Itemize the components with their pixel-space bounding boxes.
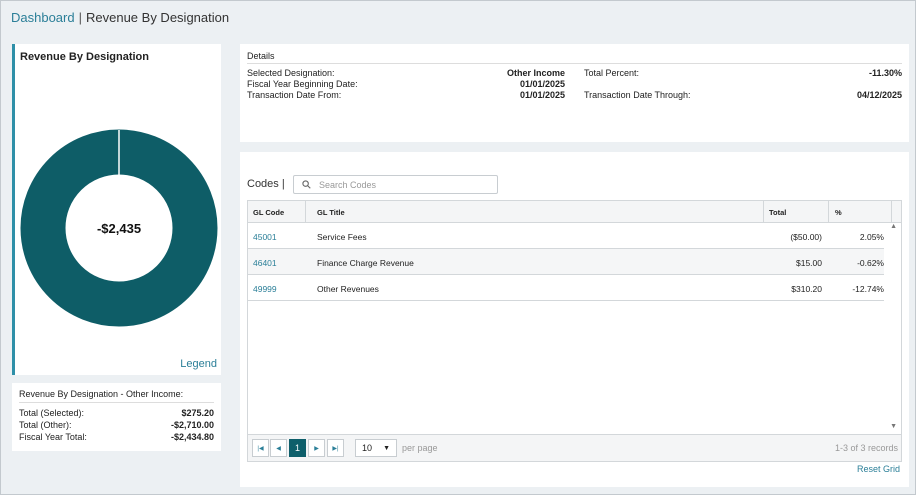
last-page-icon: ▶| (332, 445, 339, 452)
column-header-total[interactable]: Total (769, 208, 786, 217)
percent-cell: 2.05% (859, 232, 884, 242)
percent-cell: -0.62% (857, 258, 884, 268)
column-header-gl-title[interactable]: GL Title (317, 208, 345, 217)
gl-code-link[interactable]: 45001 (253, 232, 277, 242)
percent-cell: -12.74% (852, 284, 884, 294)
app-frame: Dashboard | Revenue By Designation Revenue… (0, 0, 916, 495)
column-divider (891, 201, 892, 223)
revenue-donut-chart: 106.8% -$2,435 (20, 129, 218, 327)
codes-card: Codes | GL Code GL Title Total % 45001 (240, 152, 909, 487)
first-page-button[interactable]: |◀ (252, 439, 269, 457)
summary-row: Total (Selected): $275.20 (19, 407, 214, 419)
total-cell: $310.20 (791, 284, 822, 294)
details-label: Total Percent: (584, 68, 640, 78)
details-value: Other Income (506, 68, 565, 78)
search-icon (302, 180, 311, 189)
details-row: Selected Designation: Other Income Total… (247, 68, 902, 79)
total-cell: $15.00 (796, 258, 822, 268)
details-value: 01/01/2025 (519, 90, 565, 100)
scroll-down-arrow-icon[interactable]: ▼ (890, 423, 897, 430)
per-page-select[interactable]: 10 ▼ (355, 439, 397, 457)
details-label: Fiscal Year Beginning Date: (247, 79, 358, 89)
grid-header: GL Code GL Title Total % (248, 201, 901, 223)
last-page-button[interactable]: ▶| (327, 439, 344, 457)
per-page-label: per page (402, 443, 438, 453)
previous-page-icon: ◀ (276, 445, 281, 452)
codes-label: Codes | (247, 178, 285, 190)
details-card: Details Selected Designation: Other Inco… (240, 44, 909, 142)
breadcrumb-separator: | (78, 10, 82, 25)
first-page-icon: |◀ (257, 445, 264, 452)
codes-grid: GL Code GL Title Total % 45001 Service F… (247, 200, 902, 462)
details-value: 04/12/2025 (856, 90, 902, 100)
summary-value: $275.20 (181, 408, 214, 418)
donut-slice-label: 106.8% (105, 180, 134, 190)
column-divider (763, 201, 764, 223)
search-codes-input[interactable] (319, 179, 489, 190)
chevron-down-icon: ▼ (383, 445, 390, 452)
summary-value: -$2,710.00 (170, 420, 214, 430)
gl-code-link[interactable]: 46401 (253, 258, 277, 268)
legend-link[interactable]: Legend (180, 358, 217, 370)
details-title: Details (247, 51, 902, 64)
page-header: Dashboard | Revenue By Designation (11, 10, 229, 25)
summary-card: Revenue By Designation - Other Income: T… (12, 383, 221, 451)
scroll-up-arrow-icon[interactable]: ▲ (890, 223, 897, 230)
page-button-current[interactable]: 1 (289, 439, 306, 457)
summary-label: Fiscal Year Total: (19, 432, 87, 442)
records-count: 1-3 of 3 records (834, 443, 898, 453)
details-label: Transaction Date Through: (584, 90, 691, 100)
gl-title-cell: Service Fees (317, 232, 367, 242)
details-row: Fiscal Year Beginning Date: 01/01/2025 (247, 79, 902, 90)
table-row[interactable]: 45001 Service Fees ($50.00) 2.05% (248, 223, 884, 249)
table-row[interactable]: 46401 Finance Charge Revenue $15.00 -0.6… (248, 249, 884, 275)
details-row: Transaction Date From: 01/01/2025 Transa… (247, 90, 902, 101)
per-page-value: 10 (362, 443, 373, 453)
gl-code-link[interactable]: 49999 (253, 284, 277, 294)
total-cell: ($50.00) (790, 232, 822, 242)
column-header-percent[interactable]: % (835, 208, 842, 217)
search-codes-box[interactable] (293, 175, 498, 194)
next-page-icon: ▶ (314, 445, 319, 452)
details-label: Selected Designation: (247, 68, 335, 78)
column-divider (828, 201, 829, 223)
table-row[interactable]: 49999 Other Revenues $310.20 -12.74% (248, 275, 884, 301)
chart-title: Revenue By Designation (20, 51, 149, 63)
summary-value: -$2,434.80 (170, 432, 214, 442)
summary-row: Total (Other): -$2,710.00 (19, 419, 214, 431)
grid-pager: |◀ ◀ 1 ▶ ▶| 10 ▼ per page 1-3 of 3 recor… (248, 434, 901, 461)
details-label: Transaction Date From: (247, 90, 342, 100)
next-page-button[interactable]: ▶ (308, 439, 325, 457)
details-grid: Selected Designation: Other Income Total… (247, 68, 902, 108)
details-value: 01/01/2025 (519, 79, 565, 89)
revenue-chart-card: Revenue By Designation 106.8% -$2,435 Le… (12, 44, 221, 375)
reset-grid-link[interactable]: Reset Grid (857, 464, 900, 474)
summary-row: Fiscal Year Total: -$2,434.80 (19, 431, 214, 443)
gl-title-cell: Other Revenues (317, 284, 379, 294)
column-header-gl-code[interactable]: GL Code (253, 208, 284, 217)
summary-label: Total (Selected): (19, 408, 85, 418)
summary-label: Total (Other): (19, 420, 72, 430)
breadcrumb-dashboard-link[interactable]: Dashboard (11, 10, 75, 25)
page-title: Revenue By Designation (86, 10, 230, 25)
donut-center-value: -$2,435 (97, 221, 141, 236)
details-value: -11.30% (868, 68, 902, 78)
previous-page-button[interactable]: ◀ (270, 439, 287, 457)
gl-title-cell: Finance Charge Revenue (317, 258, 414, 268)
column-divider (305, 201, 306, 223)
summary-title: Revenue By Designation - Other Income: (19, 389, 214, 403)
